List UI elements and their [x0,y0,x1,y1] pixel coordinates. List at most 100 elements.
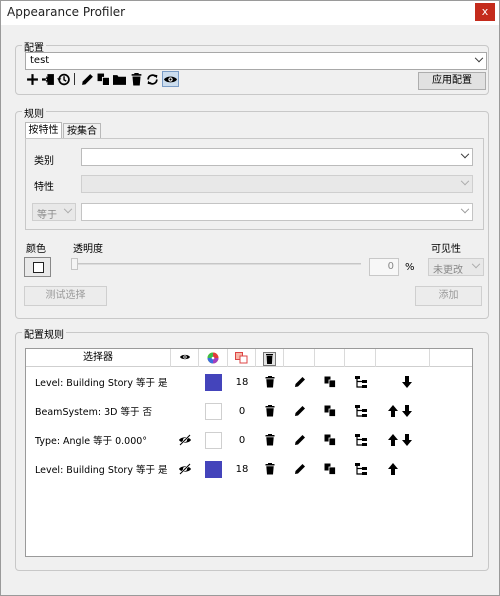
operator-select[interactable]: 等于 [32,203,76,221]
copy-icon[interactable] [315,368,345,396]
table-row[interactable]: Level: Building Story 等于 是 18 [26,455,472,483]
eye-slash-icon[interactable] [171,455,199,483]
category-select[interactable] [81,148,473,166]
rule-color-swatch [205,402,222,420]
move-down-icon[interactable] [400,426,414,454]
edit-icon[interactable] [284,368,315,396]
config-select[interactable]: test [25,52,487,70]
transparency-input[interactable]: 0 [369,258,399,276]
transparency-slider-track[interactable] [73,263,361,265]
apply-config-button[interactable]: 应用配置 [418,72,486,90]
chevron-down-icon [471,259,481,269]
rules-table: 选择器 Level: Building Story 等于 是 18 BeamSy… [25,348,473,557]
color-picker-button[interactable] [24,257,51,277]
tab-by-set[interactable]: 按集合 [63,123,101,139]
header-transparency[interactable] [228,349,256,367]
add-button[interactable]: 添加 [415,286,482,306]
percent-unit: % [405,262,415,273]
header-extra [430,349,472,367]
delete-icon[interactable] [256,397,284,425]
delete-icon [263,352,276,366]
history-icon[interactable] [56,72,70,86]
rule-transparency: 18 [235,376,249,388]
rule-color-swatch [205,460,222,478]
move-down-slot [400,455,414,483]
folder-icon[interactable] [112,72,126,86]
eye-icon[interactable] [162,71,179,87]
add-icon[interactable] [25,72,39,86]
edit-icon[interactable] [284,426,315,454]
tree-icon[interactable] [345,426,376,454]
tree-icon[interactable] [345,368,376,396]
config-rules-legend: 配置规则 [22,326,66,341]
rule-transparency: 18 [235,463,249,475]
delete-icon[interactable] [129,72,143,86]
transparency-slider-handle[interactable] [71,258,78,270]
operator-value: 等于 [37,210,57,221]
close-button[interactable]: x [475,3,495,21]
delete-icon[interactable] [256,426,284,454]
app-window: Appearance Profiler x 配置 test 应用配置 规则 按特… [0,0,500,596]
header-color[interactable] [199,349,228,367]
eye-icon [179,354,190,360]
rule-color-cell[interactable] [199,455,228,483]
color-label: 颜色 [26,244,46,255]
chevron-down-icon [460,204,470,214]
header-tree [345,349,376,367]
test-selection-button[interactable]: 测试选择 [24,286,107,306]
visibility-cell[interactable] [171,397,199,425]
move-up-slot [386,368,400,396]
chevron-down-icon [460,149,470,159]
import-icon[interactable] [41,72,55,86]
value-select[interactable] [81,203,473,221]
copy-icon[interactable] [315,397,345,425]
tree-icon[interactable] [345,397,376,425]
copy-icon[interactable] [96,72,110,86]
chevron-down-icon [474,53,484,63]
move-down-icon[interactable] [400,368,414,396]
chevron-down-icon [63,204,73,214]
property-label: 特性 [34,182,54,193]
header-delete[interactable] [256,349,284,367]
visibility-cell[interactable] [171,368,199,396]
edit-icon[interactable] [284,455,315,483]
toolbar-separator [74,73,75,85]
rule-selector: Level: Building Story 等于 是 [35,465,168,476]
visibility-value: 未更改 [433,265,463,276]
table-header: 选择器 [26,349,472,367]
edit-icon[interactable] [284,397,315,425]
table-row[interactable]: Type: Angle 等于 0.000° 0 [26,426,472,454]
delete-icon[interactable] [256,368,284,396]
rules-legend: 规则 [22,105,46,120]
edit-icon[interactable] [80,72,94,86]
layers-icon [235,352,248,364]
refresh-icon[interactable] [145,72,159,86]
visibility-label: 可见性 [431,244,461,255]
move-down-icon[interactable] [400,397,414,425]
tree-icon[interactable] [345,455,376,483]
delete-icon[interactable] [256,455,284,483]
header-edit [284,349,315,367]
copy-icon[interactable] [315,426,345,454]
visibility-select[interactable]: 未更改 [428,258,484,276]
header-selector[interactable]: 选择器 [26,349,171,367]
tab-by-property[interactable]: 按特性 [25,122,62,139]
header-copy [315,349,345,367]
rule-selector: Type: Angle 等于 0.000° [35,436,148,447]
color-wheel-icon [207,352,219,364]
eye-slash-icon[interactable] [171,426,199,454]
header-move [376,349,430,367]
move-up-icon[interactable] [386,426,400,454]
move-up-icon[interactable] [386,455,400,483]
move-up-icon[interactable] [386,397,400,425]
rule-color-swatch [205,373,222,391]
rule-transparency: 0 [238,405,246,417]
property-select[interactable] [81,175,473,193]
table-row[interactable]: BeamSystem: 3D 等于 否 0 [26,397,472,425]
copy-icon[interactable] [315,455,345,483]
rule-color-cell[interactable] [199,397,228,425]
header-visibility[interactable] [171,349,199,367]
rule-color-cell[interactable] [199,426,228,454]
table-row[interactable]: Level: Building Story 等于 是 18 [26,368,472,396]
rule-color-cell[interactable] [199,368,228,396]
